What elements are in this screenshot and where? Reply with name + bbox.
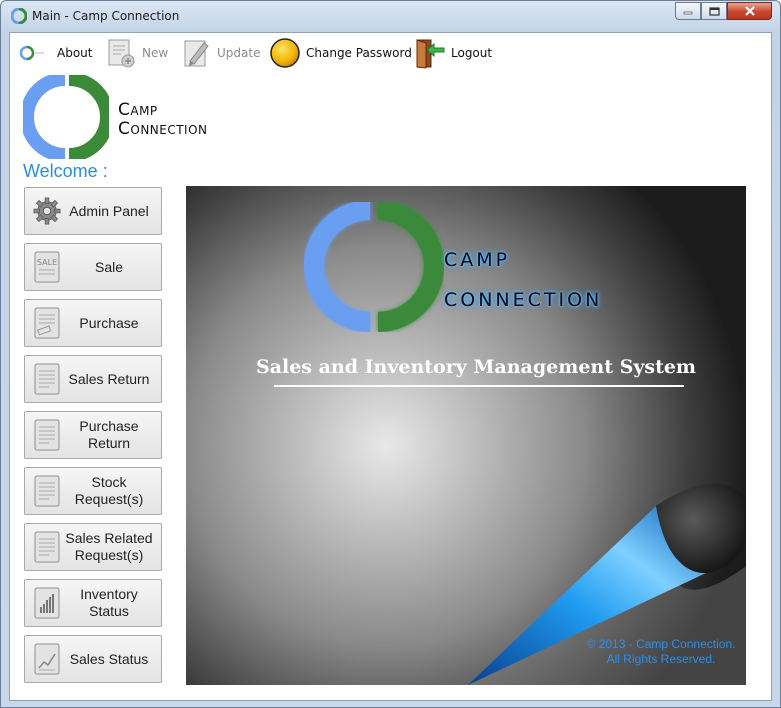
purchase-return-label: Purchase Return [79,418,139,451]
inventory-status-button[interactable]: Inventory Status [24,579,162,627]
stock-requests-button[interactable]: Stock Request(s) [24,467,162,515]
purchase-button[interactable]: Purchase [24,299,162,347]
maximize-icon [708,6,720,16]
sales-related-requests-button[interactable]: Sales Related Request(s) [24,523,162,571]
about-label: About [57,46,93,60]
copyright-text: © 2013 - Camp Connection. All Rights Res… [571,637,746,667]
splash-logo-ring [304,202,444,332]
main-window: Main - Camp Connection About New Update … [0,0,781,708]
client-area: About New Update Change Password Logout … [9,32,772,701]
splash-logo-line2: CONNECTION [444,289,603,311]
close-icon [744,6,755,16]
welcome-label: Welcome : [23,161,108,181]
about-icon [20,45,44,61]
bar-chart-document-icon [33,587,61,619]
minimize-button[interactable] [675,2,701,20]
new-document-icon [108,39,135,68]
title-bar[interactable]: Main - Camp Connection [1,1,780,32]
document-icon [33,531,61,563]
window-title: Main - Camp Connection [32,9,180,23]
svg-text:SALE: SALE [37,258,57,267]
inventory-status-label: Inventory Status [80,586,138,619]
purchase-label: Purchase [79,314,139,331]
chart-document-icon [33,643,61,675]
close-button[interactable] [727,2,772,20]
toolbar: About New Update Change Password Logout [10,33,771,73]
app-logo-icon [11,8,27,24]
yellow-circle-icon [270,38,300,68]
sale-button[interactable]: SALE Sale [24,243,162,291]
logout-label: Logout [451,46,493,60]
sale-label: Sale [94,258,124,275]
sale-document-icon: SALE [33,251,61,283]
minimize-icon [683,11,693,15]
document-icon [33,419,61,451]
admin-panel-button[interactable]: Admin Panel [24,187,162,235]
admin-panel-label: Admin Panel [69,202,149,219]
document-icon [33,475,61,507]
purchase-document-icon [33,307,61,339]
brand-line2: Connection [118,119,208,139]
change-password-button[interactable]: Change Password [269,37,412,69]
update-button[interactable]: Update [182,37,260,69]
sales-related-requests-label: Sales Related Request(s) [65,530,153,563]
door-exit-icon [416,39,445,69]
change-password-label: Change Password [306,46,412,60]
splash-panel: CAMP CONNECTION Sales and Inventory Mana… [186,186,746,685]
stock-requests-label: Stock Request(s) [74,474,144,507]
update-label: Update [217,46,261,60]
about-button[interactable]: About [20,37,92,69]
brand-name: Camp Connection [118,101,208,139]
brand-logo [23,75,109,159]
update-pencil-icon [184,40,209,67]
gear-icon [33,195,61,227]
sales-status-label: Sales Status [69,650,149,667]
sales-return-label: Sales Return [68,370,150,387]
new-button[interactable]: New [105,37,168,69]
maximize-button[interactable] [701,2,727,20]
copyright-line2: All Rights Reserved. [606,652,716,666]
sales-status-button[interactable]: Sales Status [24,635,162,683]
splash-logo-line1: CAMP [444,249,511,271]
sales-return-button[interactable]: Sales Return [24,355,162,403]
splash-logo-text: CAMP CONNECTION [444,240,602,320]
copyright-line1: © 2013 - Camp Connection. [586,637,736,651]
document-icon [33,363,61,395]
logout-button[interactable]: Logout [414,37,492,69]
system-title: Sales and Inventory Management System [255,356,697,378]
new-label: New [142,46,169,60]
brand-line1: Camp [118,100,158,120]
title-underline [274,385,684,387]
purchase-return-button[interactable]: Purchase Return [24,411,162,459]
